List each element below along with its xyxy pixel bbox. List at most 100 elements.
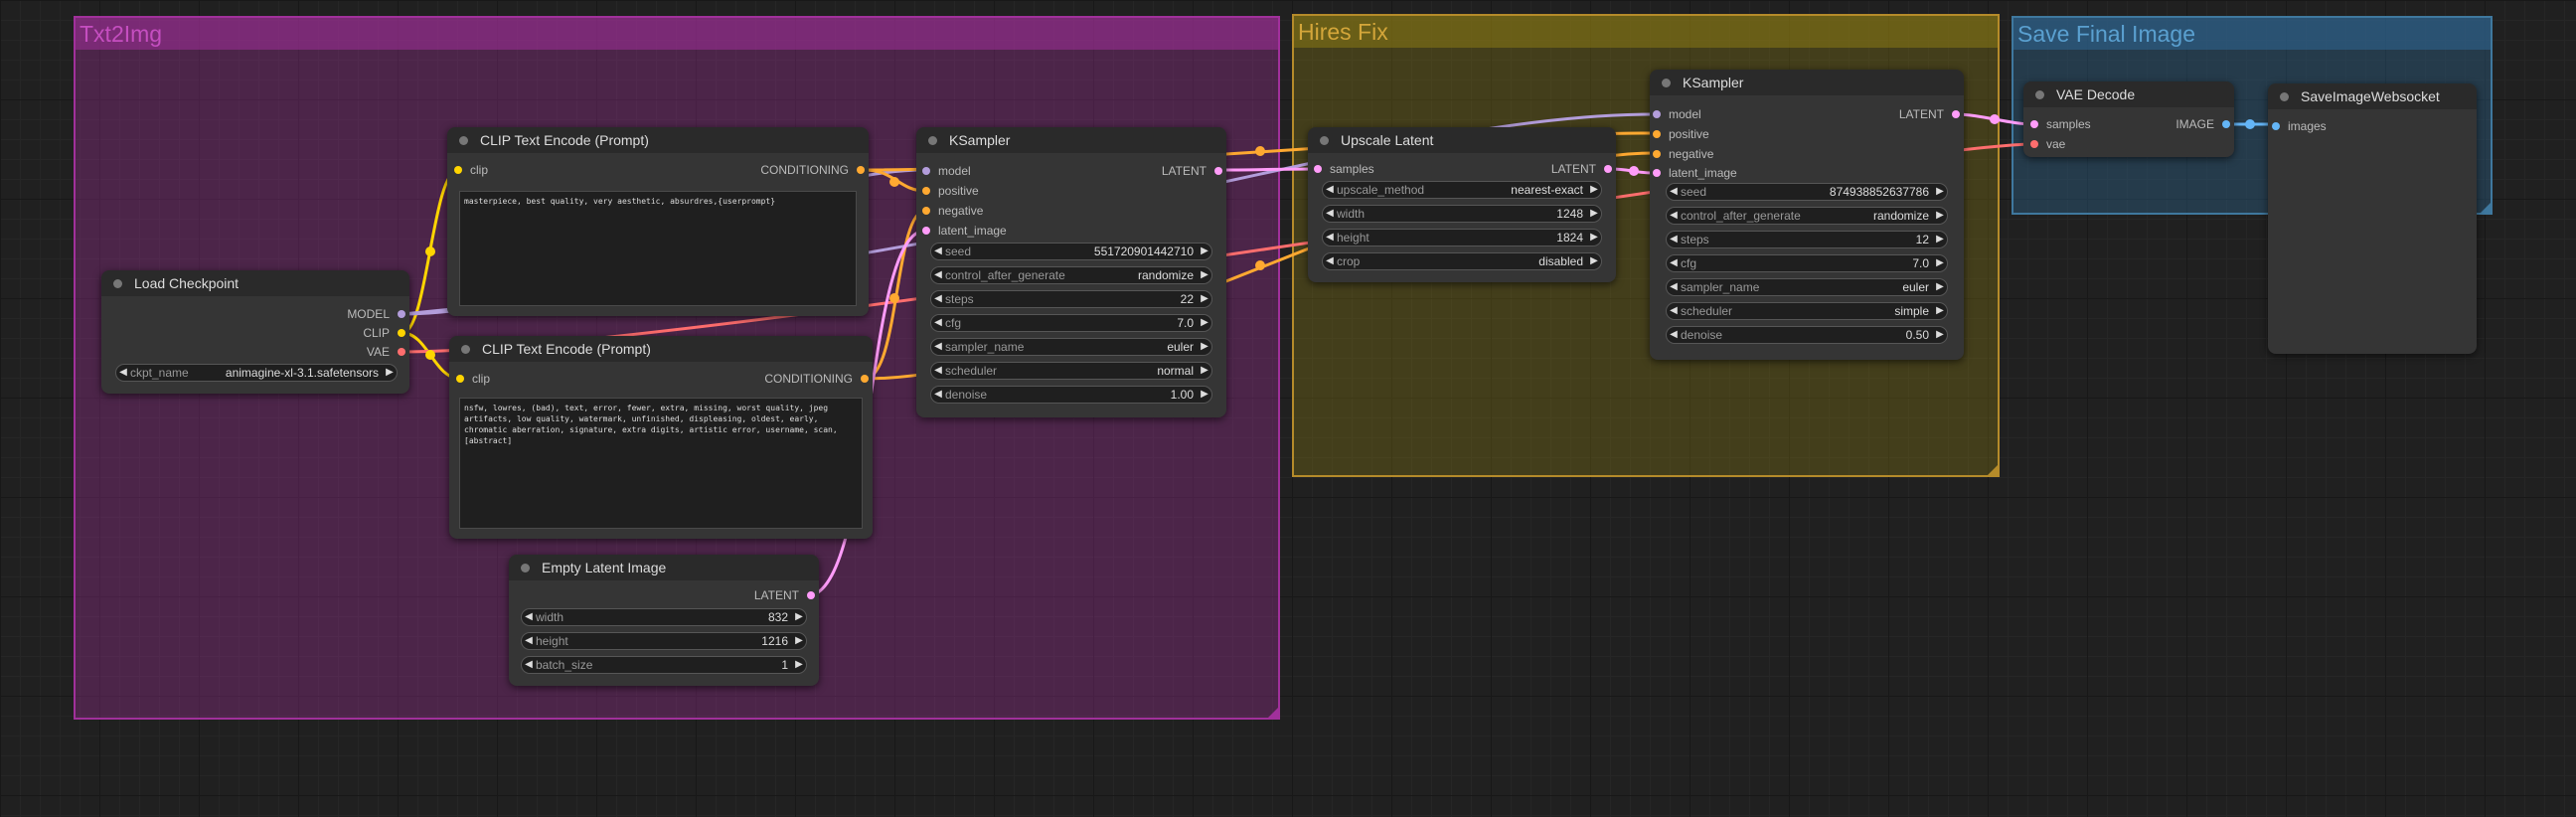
widget-cfg[interactable]: ◀ cfg 7.0 ▶	[1666, 254, 1948, 272]
increment-arrow-icon[interactable]: ▶	[1198, 267, 1211, 283]
input-slot-model[interactable]: model	[1653, 106, 1701, 122]
increment-arrow-icon[interactable]: ▶	[1933, 327, 1947, 343]
decrement-arrow-icon[interactable]: ◀	[522, 657, 536, 673]
slot-dot-icon[interactable]	[398, 329, 405, 337]
slot-dot-icon[interactable]	[456, 375, 464, 383]
increment-arrow-icon[interactable]: ▶	[383, 365, 397, 381]
widget-sampler-name[interactable]: ◀ sampler_name euler ▶	[1666, 278, 1948, 296]
widget-sampler-name[interactable]: ◀ sampler_name euler ▶	[930, 338, 1212, 356]
node-clip-text-encode-negative[interactable]: CLIP Text Encode (Prompt) clip CONDITION…	[449, 336, 873, 539]
slot-dot-icon[interactable]	[1952, 110, 1960, 118]
collapse-dot-icon[interactable]	[521, 563, 530, 572]
decrement-arrow-icon[interactable]: ◀	[931, 244, 945, 259]
widget-seed[interactable]: ◀ seed 551720901442710 ▶	[930, 243, 1212, 260]
increment-arrow-icon[interactable]: ▶	[1198, 339, 1211, 355]
widget-ckpt-name[interactable]: ◀ ckpt_name animagine-xl-3.1.safetensors…	[115, 364, 398, 382]
output-slot-clip[interactable]: CLIP	[363, 325, 405, 341]
decrement-arrow-icon[interactable]: ◀	[1323, 206, 1337, 222]
slot-dot-icon[interactable]	[1653, 169, 1661, 177]
input-slot-clip[interactable]: clip	[456, 371, 490, 387]
collapse-dot-icon[interactable]	[461, 344, 470, 354]
decrement-arrow-icon[interactable]: ◀	[1323, 230, 1337, 245]
node-header[interactable]: KSampler	[916, 127, 1226, 153]
node-header[interactable]: VAE Decode	[2023, 82, 2234, 107]
input-slot-clip[interactable]: clip	[454, 162, 488, 178]
decrement-arrow-icon[interactable]: ◀	[1667, 232, 1681, 247]
input-slot-images[interactable]: images	[2272, 118, 2327, 134]
input-slot-latent-image[interactable]: latent_image	[1653, 165, 1737, 181]
increment-arrow-icon[interactable]: ▶	[792, 633, 806, 649]
increment-arrow-icon[interactable]: ▶	[1933, 303, 1947, 319]
node-header[interactable]: CLIP Text Encode (Prompt)	[449, 336, 873, 362]
input-slot-samples[interactable]: samples	[2030, 116, 2091, 132]
increment-arrow-icon[interactable]: ▶	[792, 657, 806, 673]
increment-arrow-icon[interactable]: ▶	[792, 609, 806, 625]
increment-arrow-icon[interactable]: ▶	[1198, 244, 1211, 259]
node-header[interactable]: SaveImageWebsocket	[2268, 83, 2477, 109]
input-slot-positive[interactable]: positive	[1653, 126, 1709, 142]
decrement-arrow-icon[interactable]: ◀	[931, 291, 945, 307]
node-header[interactable]: Upscale Latent	[1308, 127, 1616, 153]
slot-dot-icon[interactable]	[922, 207, 930, 215]
slot-dot-icon[interactable]	[454, 166, 462, 174]
node-header[interactable]: Empty Latent Image	[509, 555, 819, 580]
output-slot-latent[interactable]: LATENT	[1551, 161, 1612, 177]
widget-width[interactable]: ◀ width 1248 ▶	[1322, 205, 1602, 223]
decrement-arrow-icon[interactable]: ◀	[1667, 327, 1681, 343]
node-save-image-websocket[interactable]: SaveImageWebsocket images	[2268, 83, 2477, 354]
output-slot-model[interactable]: MODEL	[347, 306, 405, 322]
input-slot-negative[interactable]: negative	[1653, 146, 1713, 162]
decrement-arrow-icon[interactable]: ◀	[1323, 253, 1337, 269]
widget-crop[interactable]: ◀ crop disabled ▶	[1322, 252, 1602, 270]
slot-dot-icon[interactable]	[857, 166, 865, 174]
decrement-arrow-icon[interactable]: ◀	[931, 267, 945, 283]
increment-arrow-icon[interactable]: ▶	[1933, 279, 1947, 295]
decrement-arrow-icon[interactable]: ◀	[931, 339, 945, 355]
slot-dot-icon[interactable]	[1653, 110, 1661, 118]
prompt-textarea[interactable]: nsfw, lowres, (bad), text, error, fewer,…	[459, 398, 863, 529]
group-title-txt2img[interactable]: Txt2Img	[76, 18, 1278, 50]
decrement-arrow-icon[interactable]: ◀	[1323, 182, 1337, 198]
decrement-arrow-icon[interactable]: ◀	[1667, 255, 1681, 271]
node-vae-decode[interactable]: VAE Decode samples vae IMAGE	[2023, 82, 2234, 157]
collapse-dot-icon[interactable]	[1662, 78, 1671, 87]
output-slot-latent[interactable]: LATENT	[1162, 163, 1222, 179]
increment-arrow-icon[interactable]: ▶	[1933, 255, 1947, 271]
collapse-dot-icon[interactable]	[113, 278, 122, 288]
node-header[interactable]: KSampler	[1650, 70, 1964, 95]
widget-height[interactable]: ◀ height 1824 ▶	[1322, 229, 1602, 246]
slot-dot-icon[interactable]	[2030, 140, 2038, 148]
widget-scheduler[interactable]: ◀ scheduler normal ▶	[930, 362, 1212, 380]
slot-dot-icon[interactable]	[1653, 150, 1661, 158]
slot-dot-icon[interactable]	[1604, 165, 1612, 173]
output-slot-latent[interactable]: LATENT	[1899, 106, 1960, 122]
collapse-dot-icon[interactable]	[459, 135, 468, 145]
node-empty-latent-image[interactable]: Empty Latent Image LATENT ◀ width 832 ▶ …	[509, 555, 819, 686]
slot-dot-icon[interactable]	[2030, 120, 2038, 128]
increment-arrow-icon[interactable]: ▶	[1587, 253, 1601, 269]
widget-batch-size[interactable]: ◀ batch_size 1 ▶	[521, 656, 807, 674]
slot-dot-icon[interactable]	[861, 375, 869, 383]
increment-arrow-icon[interactable]: ▶	[1933, 232, 1947, 247]
widget-cfg[interactable]: ◀ cfg 7.0 ▶	[930, 314, 1212, 332]
increment-arrow-icon[interactable]: ▶	[1198, 387, 1211, 403]
widget-denoise[interactable]: ◀ denoise 0.50 ▶	[1666, 326, 1948, 344]
node-ksampler-hires[interactable]: KSampler model positive negative latent_…	[1650, 70, 1964, 360]
output-slot-image[interactable]: IMAGE	[2175, 116, 2230, 132]
decrement-arrow-icon[interactable]: ◀	[1667, 279, 1681, 295]
increment-arrow-icon[interactable]: ▶	[1198, 363, 1211, 379]
slot-dot-icon[interactable]	[1214, 167, 1222, 175]
widget-upscale-method[interactable]: ◀ upscale_method nearest-exact ▶	[1322, 181, 1602, 199]
widget-width[interactable]: ◀ width 832 ▶	[521, 608, 807, 626]
prompt-textarea[interactable]: masterpiece, best quality, very aestheti…	[459, 191, 857, 306]
decrement-arrow-icon[interactable]: ◀	[1667, 303, 1681, 319]
output-slot-conditioning[interactable]: CONDITIONING	[760, 162, 865, 178]
node-upscale-latent[interactable]: Upscale Latent samples LATENT ◀ upscale_…	[1308, 127, 1616, 282]
node-clip-text-encode-positive[interactable]: CLIP Text Encode (Prompt) clip CONDITION…	[447, 127, 869, 316]
widget-denoise[interactable]: ◀ denoise 1.00 ▶	[930, 386, 1212, 404]
slot-dot-icon[interactable]	[922, 187, 930, 195]
widget-steps[interactable]: ◀ steps 12 ▶	[1666, 231, 1948, 248]
increment-arrow-icon[interactable]: ▶	[1933, 208, 1947, 224]
decrement-arrow-icon[interactable]: ◀	[931, 363, 945, 379]
node-header[interactable]: CLIP Text Encode (Prompt)	[447, 127, 869, 153]
